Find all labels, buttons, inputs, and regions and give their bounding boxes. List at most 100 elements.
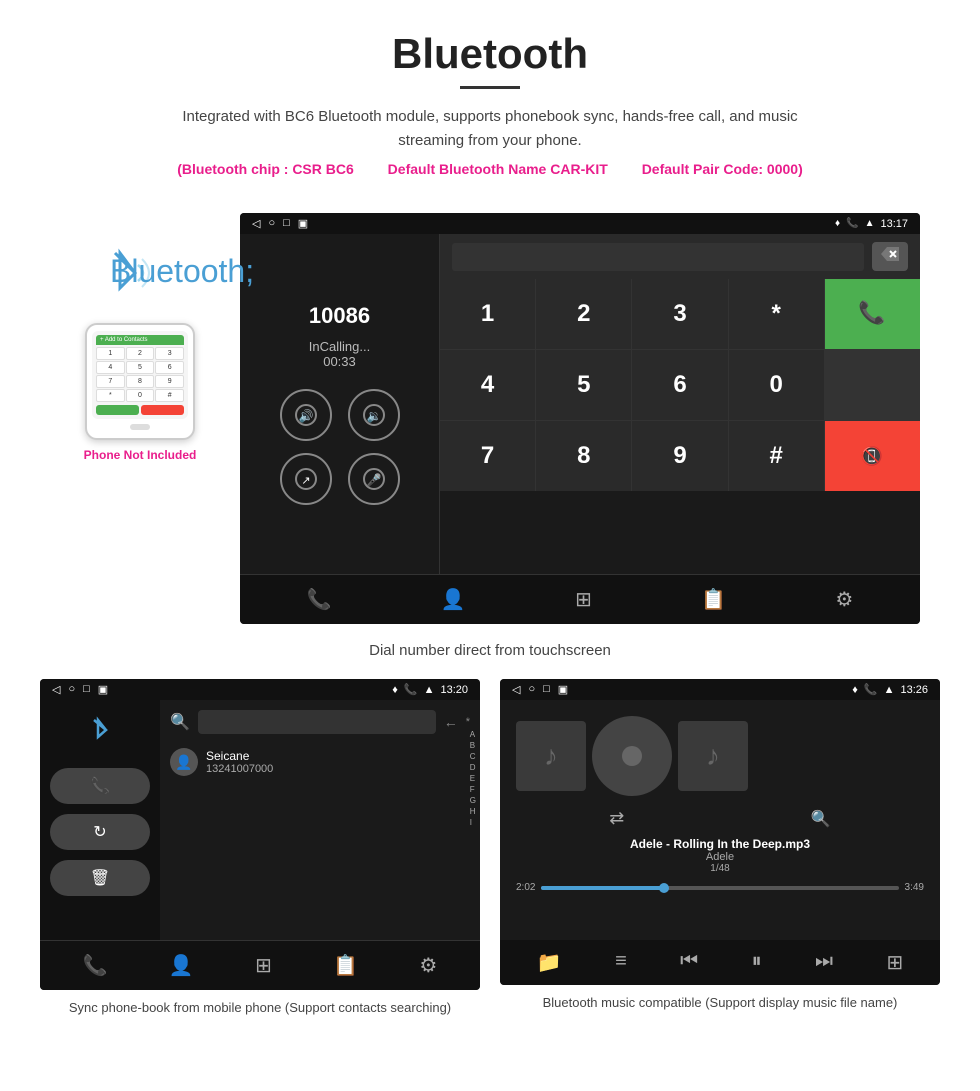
music-nav-folder[interactable]: 📁	[537, 950, 562, 975]
dial-key-4[interactable]: 4	[440, 350, 535, 420]
nav-settings-icon[interactable]: ⚙	[835, 587, 853, 612]
phone-key-hash[interactable]: #	[155, 389, 184, 402]
music-nav-play[interactable]: ⏸	[752, 950, 762, 975]
album-art-center	[622, 746, 642, 766]
album-art-small-right: ♪	[678, 721, 748, 791]
music-nav-prev[interactable]: ⏮	[680, 950, 698, 975]
phone-dialpad: 1 2 3 4 5 6 7 8 9 * 0 #	[96, 347, 184, 402]
pb-nav-messages[interactable]: 📋	[333, 953, 358, 978]
pb-nav-contacts[interactable]: 👤	[169, 953, 194, 978]
phone-call-button[interactable]	[96, 405, 139, 415]
pb-search-input[interactable]	[198, 710, 436, 734]
controls-row-1: 🔊 🔉	[280, 389, 400, 441]
nav-dialpad-icon[interactable]: ⊞	[575, 587, 592, 612]
pb-delete-nav-btn[interactable]: 🗑	[50, 860, 150, 896]
pb-nav-calls[interactable]: 📞	[83, 953, 108, 978]
svg-text:🔊: 🔊	[298, 408, 313, 423]
pb-nav-settings[interactable]: ⚙	[419, 953, 437, 978]
progress-fill	[541, 886, 666, 890]
music-caption: Bluetooth music compatible (Support disp…	[500, 985, 940, 1017]
phone-side: Bluetooth; + Add to Contacts 1 2 3 4 5 6	[60, 213, 220, 462]
alpha-a: A	[470, 730, 476, 739]
current-time: 2:02	[516, 882, 535, 893]
phone-key-5[interactable]: 5	[126, 361, 155, 374]
phone-key-7[interactable]: 7	[96, 375, 125, 388]
bottom-screenshots: ◁ ○ □ ▣ ♦ 📞 ▲ 13:20 📞	[0, 679, 980, 1042]
phone-key-1[interactable]: 1	[96, 347, 125, 360]
music-nav-eq[interactable]: ⊞	[886, 950, 903, 975]
dial-key-hash[interactable]: #	[729, 421, 824, 491]
dial-key-0[interactable]: 0	[729, 350, 824, 420]
mic-button[interactable]: 🎤	[348, 453, 400, 505]
back-nav-icon[interactable]: ◁	[252, 217, 260, 230]
music-recents-nav[interactable]: □	[543, 683, 550, 696]
alpha-e: E	[470, 774, 476, 783]
svg-text:🎤: 🎤	[366, 472, 381, 487]
phonebook-caption: Sync phone-book from mobile phone (Suppo…	[40, 990, 480, 1022]
nav-messages-icon[interactable]: 📋	[701, 587, 726, 612]
phone-key-2[interactable]: 2	[126, 347, 155, 360]
pb-home-nav[interactable]: ○	[68, 683, 75, 696]
volume-down-button[interactable]: 🔉	[348, 389, 400, 441]
pb-recents-nav[interactable]: □	[83, 683, 90, 696]
alpha-g: G	[470, 796, 476, 805]
pb-phone-nav-btn[interactable]: 📞	[50, 768, 150, 804]
alpha-d: D	[470, 763, 476, 772]
music-nav-list[interactable]: ≡	[615, 950, 627, 975]
music-back-nav[interactable]: ◁	[512, 683, 520, 696]
pb-back-icon[interactable]: ←	[444, 714, 458, 730]
music-progress: 2:02 3:49	[516, 882, 924, 893]
call-timer: 00:33	[260, 354, 419, 369]
pb-nav-dialpad[interactable]: ⊞	[255, 953, 272, 978]
dial-key-8[interactable]: 8	[536, 421, 631, 491]
music-status-bar: ◁ ○ □ ▣ ♦ 📞 ▲ 13:26	[500, 679, 940, 700]
search-music-icon[interactable]: 🔍	[811, 809, 831, 829]
pb-contact-item[interactable]: 👤 Seicane 13241007000	[170, 742, 470, 782]
dial-key-star[interactable]: *	[729, 279, 824, 349]
music-screen-nav[interactable]: ▣	[558, 683, 568, 696]
pb-screen-nav[interactable]: ▣	[98, 683, 108, 696]
transfer-button[interactable]: ↗	[280, 453, 332, 505]
phone-key-6[interactable]: 6	[155, 361, 184, 374]
music-home-nav[interactable]: ○	[528, 683, 535, 696]
svg-text:📞: 📞	[859, 298, 887, 325]
main-screen-area: Bluetooth; + Add to Contacts 1 2 3 4 5 6	[0, 193, 980, 634]
call-accept-button[interactable]: 📞	[825, 279, 920, 349]
dial-key-3[interactable]: 3	[632, 279, 727, 349]
screenshot-nav-icon[interactable]: ▣	[298, 217, 308, 230]
car-screen: ◁ ○ □ ▣ ♦ 📞 ▲ 13:17 10086 InCalling... 0…	[240, 213, 920, 624]
dial-key-9[interactable]: 9	[632, 421, 727, 491]
music-nav-next[interactable]: ⏭	[815, 950, 833, 975]
alpha-i: I	[470, 818, 476, 827]
phone-key-3[interactable]: 3	[155, 347, 184, 360]
spec-code: Default Pair Code: 0000)	[642, 161, 803, 177]
dial-key-6[interactable]: 6	[632, 350, 727, 420]
title-underline	[460, 86, 520, 89]
dial-key-7[interactable]: 7	[440, 421, 535, 491]
progress-bar[interactable]	[541, 886, 898, 890]
dialpad-keys: 1 2 3 * 📞 4 5 6 0 7 8 9 # 📵	[440, 279, 920, 491]
phone-key-9[interactable]: 9	[155, 375, 184, 388]
dial-key-5[interactable]: 5	[536, 350, 631, 420]
dial-key-1[interactable]: 1	[440, 279, 535, 349]
pb-avatar: 👤	[170, 748, 198, 776]
phone-key-8[interactable]: 8	[126, 375, 155, 388]
home-nav-icon[interactable]: ○	[268, 217, 275, 230]
phone-key-star[interactable]: *	[96, 389, 125, 402]
phone-key-0[interactable]: 0	[126, 389, 155, 402]
shuffle-icon[interactable]: ⇄	[609, 808, 624, 829]
pb-back-nav[interactable]: ◁	[52, 683, 60, 696]
phone-home-button[interactable]	[130, 424, 150, 430]
nav-contacts-icon[interactable]: 👤	[441, 587, 466, 612]
call-end-button[interactable]: 📵	[825, 421, 920, 491]
dial-key-2[interactable]: 2	[536, 279, 631, 349]
volume-up-button[interactable]: 🔊	[280, 389, 332, 441]
nav-calls-icon[interactable]: 📞	[307, 587, 332, 612]
phone-end-button[interactable]	[141, 405, 184, 415]
main-caption: Dial number direct from touchscreen	[0, 634, 980, 679]
music-screen: ◁ ○ □ ▣ ♦ 📞 ▲ 13:26 ♪	[500, 679, 940, 985]
pb-sync-nav-btn[interactable]: ↻	[50, 814, 150, 850]
backspace-button[interactable]	[872, 242, 908, 271]
recents-nav-icon[interactable]: □	[283, 217, 290, 230]
phone-key-4[interactable]: 4	[96, 361, 125, 374]
